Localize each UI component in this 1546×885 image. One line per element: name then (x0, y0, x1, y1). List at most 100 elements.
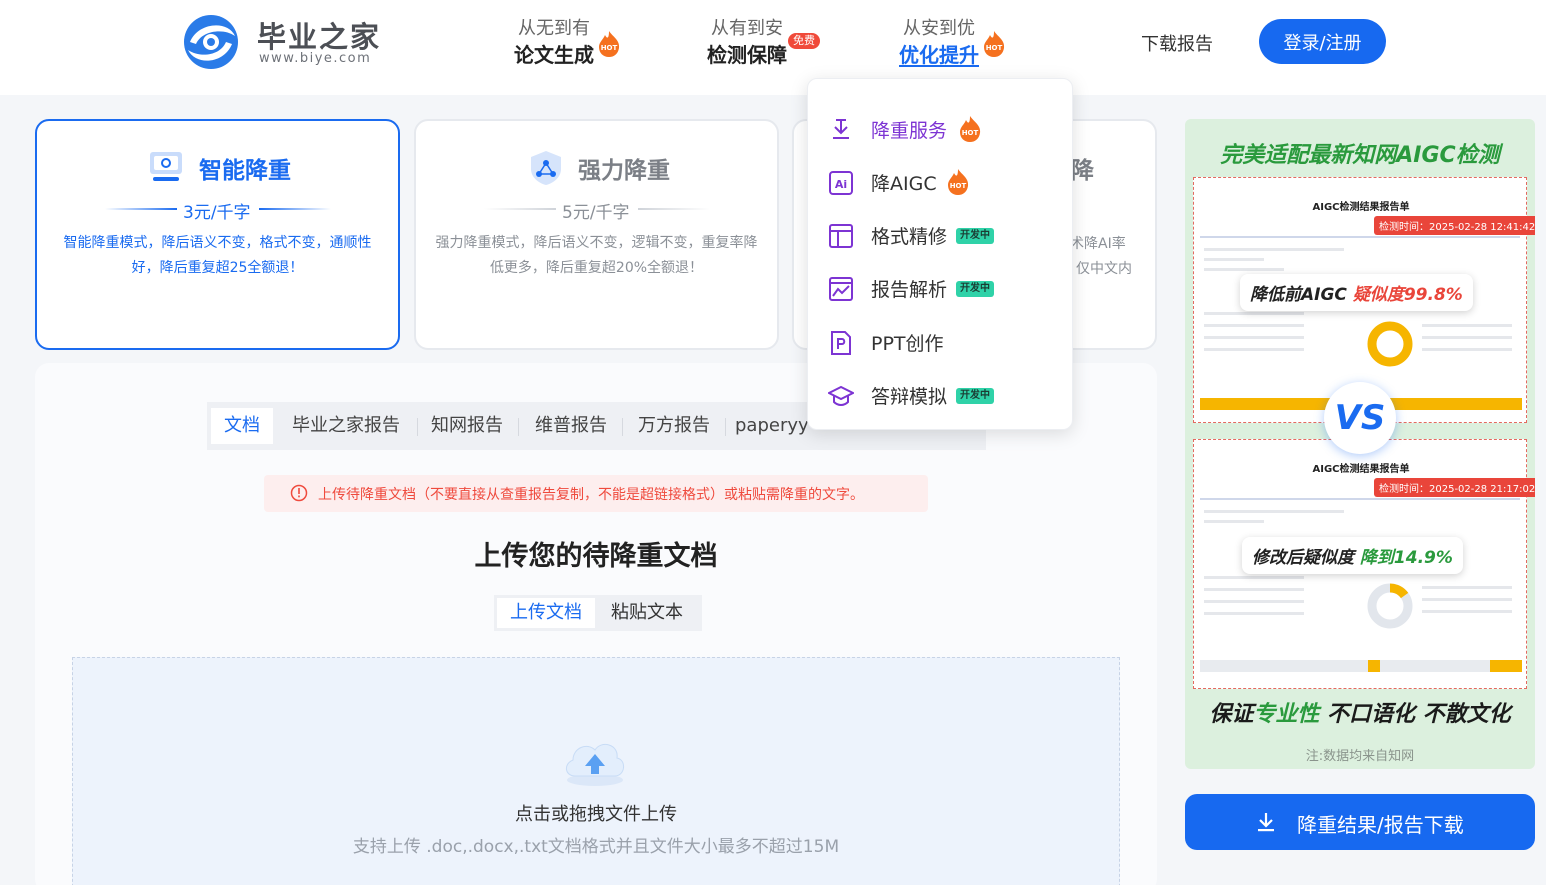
download-report-link[interactable]: 下载报告 (1141, 30, 1213, 56)
sheet-divider (1200, 498, 1520, 500)
detection-time-badge: 检测时间：2025-02-28 21:17:02 (1374, 478, 1535, 497)
tab-wanfang-report[interactable]: 万方报告 (631, 408, 717, 444)
hot-flame-icon: HOT (960, 116, 981, 142)
rewrite-download-icon (833, 119, 849, 139)
chart-report-icon (829, 277, 853, 301)
menu-item-ppt-creation[interactable]: PPT创作 (808, 318, 1072, 366)
mode-upload-document[interactable]: 上传文档 (497, 598, 595, 628)
ad-headline: 完美适配最新知网AIGC检测 (1220, 143, 1500, 168)
card-price: 3元/千字 (183, 203, 251, 223)
download-icon (1258, 813, 1274, 832)
price-divider-right (638, 208, 710, 210)
sheet-text-line (1204, 588, 1304, 591)
nav-sub: 从无到有 (518, 18, 590, 39)
price-divider-right (259, 208, 331, 210)
sheet-title: AIGC检测结果报告单 (1312, 202, 1410, 213)
sheet-text-line (1204, 510, 1344, 513)
layout-icon (829, 224, 853, 248)
card-smart-rewrite[interactable]: 智能降重 3元/千字 智能降重模式，降后语义不变，格式不变，通顺性好，降后重复超… (35, 119, 400, 350)
download-result-button[interactable]: 降重结果/报告下载 (1185, 794, 1535, 850)
sheet-title: AIGC检测结果报告单 (1312, 464, 1410, 475)
hot-flame-icon: HOT (599, 31, 620, 57)
logo-swirl-icon[interactable] (180, 12, 242, 72)
sheet-text-line (1204, 576, 1304, 579)
price-divider-left (484, 208, 556, 210)
menu-item-reduce-aigc[interactable]: Ai 降AIGC HOT (808, 158, 1072, 206)
slogan-part: 保证 (1209, 702, 1254, 727)
upload-notice: 上传待降重文档（不要直接从查重报告复制，不能是超链接格式）或粘贴需降重的文字。 (264, 475, 928, 512)
svg-text:HOT: HOT (962, 129, 979, 137)
hot-flame-icon: HOT (984, 31, 1005, 57)
tab-separator (518, 418, 519, 436)
card-title: 智能降重 (199, 158, 291, 184)
card-description: 仅中文内 (1076, 261, 1132, 277)
sheet-text-line (1204, 612, 1304, 615)
tab-separator (622, 418, 623, 436)
menu-item-defense-simulation[interactable]: 答辩模拟 开发中 (808, 371, 1072, 419)
login-register-button[interactable]: 登录/注册 (1259, 19, 1386, 64)
nav-main: 检测保障 (707, 43, 787, 67)
sheet-text-line (1422, 336, 1512, 339)
drop-zone-text: 点击或拖拽文件上传 (515, 804, 677, 825)
card-strong-rewrite[interactable]: 强力降重 5元/千字 强力降重模式，降后语义不变，逻辑不变，重复率降低更多，降后… (414, 119, 779, 350)
nav-sub: 从安到优 (903, 18, 975, 39)
menu-item-report-analysis[interactable]: 报告解析 开发中 (808, 264, 1072, 312)
tab-biye-report[interactable]: 毕业之家报告 (283, 408, 409, 444)
svg-text:HOT: HOT (601, 44, 618, 52)
tab-vip-report[interactable]: 维普报告 (528, 408, 614, 444)
monitor-ai-icon (150, 152, 182, 181)
menu-item-rewrite-service[interactable]: 降重服务 HOT (808, 105, 1072, 153)
sheet-text-line (1422, 348, 1512, 351)
tab-separator (417, 418, 418, 436)
logo-name[interactable]: 毕业之家 (257, 14, 381, 56)
vs-badge: VS (1324, 382, 1396, 454)
shield-network-icon (531, 151, 561, 185)
ad-footer-slogan: 保证专业性 不口语化 不散文化 (1185, 696, 1535, 728)
card-description: 智能降重模式，降后语义不变，格式不变，通顺性好，降后重复超25全额退！ (63, 235, 372, 276)
slogan-part: 不口语化 不散文化 (1319, 702, 1511, 727)
sheet-text-line (1204, 324, 1304, 327)
mode-paste-text[interactable]: 粘贴文本 (598, 598, 696, 628)
sheet-text-line (1204, 248, 1344, 251)
sheet-text-line (1422, 324, 1512, 327)
callout-label: 降低前AIGC (1250, 285, 1347, 305)
sheet-text-line (1204, 258, 1264, 261)
tab-separator (725, 418, 726, 436)
callout-after: 修改后疑似度 降到14.9% (1242, 537, 1463, 574)
sheet-text-line (1204, 268, 1284, 271)
logo-url: www.biye.com (259, 51, 372, 66)
tab-document[interactable]: 文档 (211, 408, 273, 444)
detection-time-badge: 检测时间：2025-02-28 12:41:42 (1374, 216, 1535, 235)
tab-cnki-report[interactable]: 知网报告 (425, 408, 509, 444)
menu-item-label: 答辩模拟 (871, 386, 948, 408)
nav-main: 论文生成 (514, 43, 594, 67)
donut-chart-before (1367, 321, 1413, 367)
sheet-text-line (1204, 312, 1304, 315)
distribution-bar (1200, 660, 1522, 672)
tab-paperyy-report[interactable]: paperyy (735, 408, 815, 444)
aigc-ad-banner[interactable]: 完美适配最新知网AIGC检测 AIGC检测结果报告单 检测时间：2025-02-… (1185, 119, 1535, 769)
menu-item-label: 格式精修 (871, 226, 948, 248)
nav-detection[interactable]: 从有到安 检测保障 (706, 18, 788, 68)
nav-optimize[interactable]: 从安到优 优化提升 (898, 18, 980, 68)
callout-label: 修改后疑似度 (1252, 548, 1354, 568)
sheet-text-line (1204, 336, 1304, 339)
sheet-text-line (1422, 586, 1512, 589)
optimize-dropdown-menu: 降重服务 HOT Ai 降AIGC HOT 格式精修 开发中 报告解析 开发中 … (807, 78, 1073, 430)
drop-zone-hint: 支持上传 .doc,.docx,.txt文档格式并且文件大小最多不超过15M (352, 837, 840, 857)
notice-text: 上传待降重文档（不要直接从查重报告复制，不能是超链接格式）或粘贴需降重的文字。 (318, 487, 864, 503)
svg-text:Ai: Ai (835, 178, 847, 191)
donut-chart-after (1367, 583, 1413, 629)
menu-item-label: 降重服务 (871, 120, 948, 142)
card-price: 5元/千字 (562, 203, 630, 223)
callout-value: 疑似度99.8% (1352, 285, 1463, 305)
upload-mode-switch: 上传文档 粘贴文本 (494, 595, 702, 631)
menu-item-label: 报告解析 (871, 279, 948, 301)
distribution-bar-segment (1490, 660, 1522, 672)
ppt-icon (831, 331, 851, 355)
slogan-highlight: 专业性 (1253, 702, 1320, 727)
nav-paper-generation[interactable]: 从无到有 论文生成 (513, 18, 595, 68)
menu-item-format-polish[interactable]: 格式精修 开发中 (808, 211, 1072, 259)
sheet-text-line (1204, 600, 1304, 603)
free-badge: 免费 (788, 33, 820, 49)
